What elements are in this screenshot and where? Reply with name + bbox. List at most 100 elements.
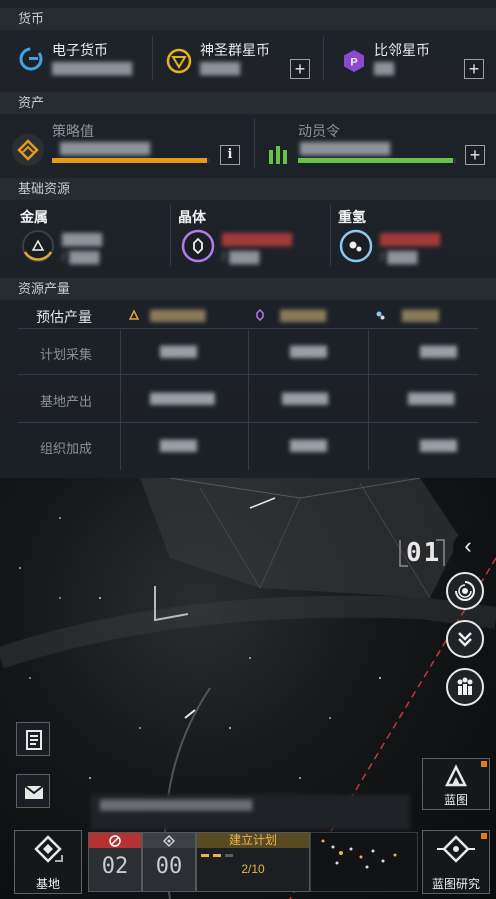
- planned-collection-label: 计划采集: [40, 347, 93, 362]
- tasks-button[interactable]: [16, 722, 50, 756]
- base-icon: [34, 835, 63, 863]
- drop-button[interactable]: [446, 620, 484, 658]
- e-currency-icon: [19, 47, 43, 71]
- metal-small-icon: [128, 309, 140, 320]
- target-icon: [163, 834, 175, 847]
- add-holy-coin-button[interactable]: +: [290, 59, 310, 79]
- resource-name-metal: 金属: [20, 209, 48, 225]
- deuterium-value: ▇▇▇▇▇▇: [380, 231, 440, 246]
- mobilize-bar: [298, 158, 456, 163]
- mobilize-icon: [269, 146, 287, 164]
- holy-star-coin-icon: [166, 48, 192, 74]
- svg-text:P: P: [350, 57, 357, 69]
- currency-name-proxima: 比邻星币: [374, 42, 430, 58]
- currency-value-holy: ▇▇▇▇: [200, 60, 240, 75]
- plan-progress-bar: [201, 854, 233, 857]
- proxima-coin-icon: P: [344, 50, 364, 72]
- fleet-button[interactable]: [446, 668, 484, 706]
- add-mobilize-button[interactable]: +: [465, 145, 485, 165]
- section-basic-resources: 基础资源: [0, 178, 496, 200]
- chat-ticker[interactable]: ▇▇▇▇▇▇▇▇▇▇▇▇▇▇▇▇▇▇: [90, 794, 410, 830]
- strategy-icon: [12, 134, 44, 166]
- crystal-capacity: / ▇▇▇: [222, 249, 260, 264]
- plan-progress: 2/10: [241, 862, 265, 876]
- currency-value-e: ▇▇▇▇▇▇▇▇: [52, 60, 132, 75]
- currency-name-e: 电子货币: [52, 42, 108, 58]
- asset-name-strategy: 策略值: [52, 123, 94, 139]
- estimated-output-label: 预估产量: [36, 309, 92, 325]
- metal-icon: [22, 230, 54, 262]
- estimated-crystal: ▇▇▇▇▇: [280, 308, 327, 322]
- divider: [18, 328, 478, 329]
- currency-value-proxima: ▇▇: [374, 60, 394, 75]
- org-metal: ▇▇▇▇: [160, 438, 197, 452]
- divider: [170, 204, 171, 266]
- section-resource-output: 资源产量: [0, 278, 496, 300]
- clipboard-icon: [26, 730, 42, 750]
- resource-name-deuterium: 重氢: [338, 209, 366, 225]
- asset-value-mobilize: ▇▇▇▇▇▇▇▇▇: [300, 140, 390, 155]
- estimated-metal: ▇▇▇▇▇▇: [150, 308, 206, 322]
- collect-count-box[interactable]: 00: [142, 832, 196, 892]
- attack-count-box[interactable]: 02: [88, 832, 142, 892]
- blueprint-research-button[interactable]: 蓝图研究: [422, 830, 490, 894]
- down-arrow-icon: [458, 632, 472, 647]
- divider: [120, 330, 121, 470]
- minimap-dots: [321, 839, 397, 869]
- planned-deuterium: ▇▇▇▇: [420, 344, 457, 358]
- metal-capacity: / ▇▇▇: [62, 249, 100, 264]
- resource-panel: 货币 电子货币 ▇▇▇▇▇▇▇▇ 神圣群星币 ▇▇▇▇ + P 比邻星币 ▇▇ …: [0, 0, 496, 478]
- asset-name-mobilize: 动员令: [298, 123, 340, 139]
- attack-header: [89, 833, 141, 848]
- base-deuterium: ▇▇▇▇▇: [408, 391, 455, 405]
- deuterium-capacity: / ▇▇▇: [380, 249, 418, 264]
- mobilize-bar-fill: [298, 158, 453, 163]
- crystal-value: ▇▇▇▇▇▇▇: [222, 231, 292, 246]
- collapse-button[interactable]: ‹: [453, 532, 483, 562]
- estimated-deuterium: ▇▇▇▇: [402, 308, 439, 322]
- add-proxima-coin-button[interactable]: +: [464, 59, 484, 79]
- currency-name-holy: 神圣群星币: [200, 42, 270, 58]
- asset-value-strategy: ▇▇▇▇▇▇▇▇▇: [60, 140, 150, 155]
- build-plan-label: 建立计划: [197, 833, 309, 848]
- minimap[interactable]: [310, 832, 418, 892]
- divider: [248, 330, 249, 470]
- strategy-info-button[interactable]: i: [220, 145, 240, 165]
- fleet-icon: [457, 677, 473, 695]
- divider: [323, 36, 324, 80]
- galaxy-button[interactable]: [446, 572, 484, 610]
- blueprint-research-label: 蓝图研究: [431, 877, 480, 891]
- deuterium-small-icon: [376, 311, 385, 320]
- metal-value: ▇▇▇▇: [62, 231, 102, 246]
- strategy-bar: [52, 158, 210, 163]
- build-plan-box[interactable]: 建立计划 2/10: [196, 832, 310, 892]
- collect-header: [143, 833, 195, 848]
- no-entry-icon: [109, 834, 121, 847]
- section-assets: 资产: [0, 92, 496, 114]
- research-icon: [437, 835, 475, 863]
- attack-count: 02: [101, 854, 129, 879]
- section-currency: 货币: [0, 8, 496, 30]
- blueprint-label: 蓝图: [443, 793, 468, 807]
- base-button[interactable]: 基地: [14, 830, 82, 894]
- org-crystal: ▇▇▇▇: [290, 438, 327, 452]
- base-label: 基地: [35, 877, 60, 891]
- mail-button[interactable]: [16, 774, 50, 808]
- divider: [330, 204, 331, 266]
- space-map[interactable]: 01 ‹ 蓝图 ▇▇▇▇▇▇▇▇▇▇▇▇▇▇▇▇▇▇ 基地 02 00 建立计划…: [0, 478, 496, 899]
- base-output-label: 基地产出: [40, 394, 93, 409]
- collect-count: 00: [155, 854, 183, 879]
- divider: [152, 36, 153, 80]
- crystal-icon: [181, 229, 215, 263]
- resource-name-crystal: 晶体: [178, 209, 206, 225]
- divider: [254, 118, 255, 168]
- mail-icon: [24, 785, 44, 799]
- divider: [368, 330, 369, 470]
- blueprint-button[interactable]: 蓝图: [422, 758, 490, 810]
- planned-crystal: ▇▇▇▇: [290, 344, 327, 358]
- strategy-bar-fill: [52, 158, 207, 163]
- deuterium-icon: [339, 229, 373, 263]
- blueprint-icon: [444, 764, 468, 787]
- sector-label: 01: [406, 538, 442, 568]
- galaxy-icon: [455, 581, 475, 601]
